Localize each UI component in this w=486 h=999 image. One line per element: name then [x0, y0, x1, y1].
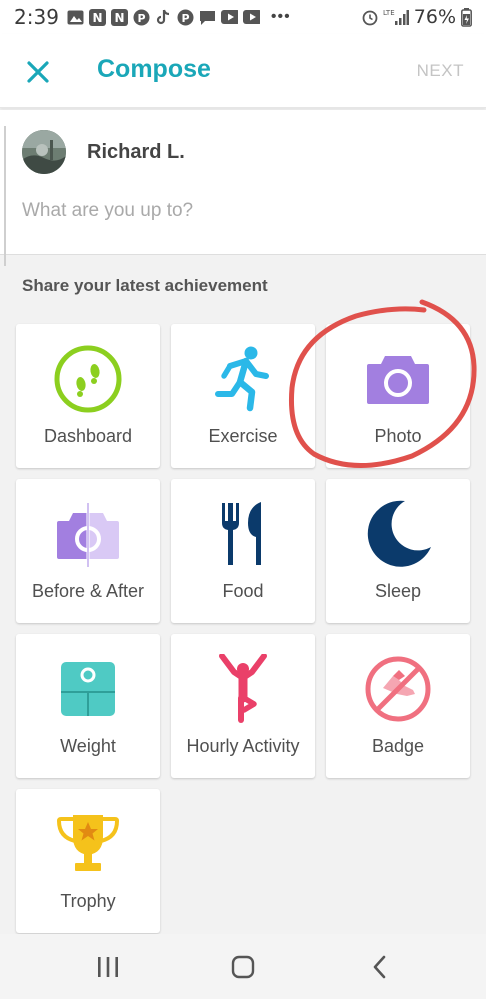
back-icon	[373, 955, 386, 979]
battery-percentage: 76%	[413, 6, 456, 28]
person-stretch-icon	[219, 654, 267, 723]
close-button[interactable]	[22, 56, 54, 88]
more-notifications-icon: •••	[270, 8, 291, 25]
pinterest-notification-icon: P	[133, 9, 150, 26]
moon-icon	[367, 500, 431, 567]
tile-label: Food	[222, 581, 264, 601]
close-icon	[27, 61, 49, 83]
tile-weight[interactable]: Weight	[16, 634, 160, 778]
status-time: 2:39	[14, 5, 59, 29]
app-header: Compose NEXT	[0, 34, 486, 108]
notification-icons: N N P P •••	[67, 8, 291, 26]
battery-charging-icon	[461, 7, 472, 27]
camera-icon	[367, 356, 429, 404]
tile-sleep[interactable]: Sleep	[326, 479, 470, 623]
tile-label: Photo	[374, 426, 422, 446]
tile-before-after[interactable]: Before & After	[16, 479, 160, 623]
tile-label: Exercise	[208, 426, 278, 446]
pinterest-notification-icon-2: P	[177, 9, 194, 26]
svg-text:LTE: LTE	[383, 9, 395, 17]
runner-icon	[215, 346, 269, 412]
tile-label: Hourly Activity	[186, 736, 300, 756]
tile-trophy[interactable]: Trophy	[16, 789, 160, 933]
tile-exercise[interactable]: Exercise	[171, 324, 315, 468]
n-app-notification-icon-2: N	[110, 8, 128, 26]
message-notification-icon	[199, 9, 216, 26]
tile-label: Sleep	[374, 581, 422, 601]
trophy-icon	[56, 815, 120, 871]
dashboard-icon	[54, 345, 122, 413]
svg-text:N: N	[114, 11, 124, 25]
youtube-notification-icon	[220, 9, 238, 26]
svg-text:P: P	[181, 12, 189, 25]
tile-label: Dashboard	[43, 426, 133, 446]
user-name: Richard L.	[87, 141, 185, 163]
avatar[interactable]	[22, 130, 66, 174]
svg-text:P: P	[137, 12, 145, 25]
tile-hourly-activity[interactable]: Hourly Activity	[171, 634, 315, 778]
tile-dashboard[interactable]: Dashboard	[16, 324, 160, 468]
signal-icon: LTE	[383, 9, 409, 26]
tile-label: Weight	[60, 736, 116, 756]
home-icon	[231, 955, 255, 979]
status-bar: 2:39 N N P P ••• LTE 76%	[0, 0, 486, 34]
recent-apps-button[interactable]	[93, 952, 123, 982]
youtube-notification-icon-2	[242, 9, 260, 26]
tile-label: Trophy	[60, 891, 116, 911]
compose-box: Richard L.	[0, 110, 486, 266]
page-title: Compose	[97, 55, 211, 83]
scale-icon	[61, 662, 115, 716]
tile-photo[interactable]: Photo	[326, 324, 470, 468]
gallery-notification-icon	[67, 9, 84, 26]
n-app-notification-icon: N	[88, 8, 106, 26]
tile-food[interactable]: Food	[171, 479, 315, 623]
tile-badge[interactable]: Badge	[326, 634, 470, 778]
next-button[interactable]: NEXT	[417, 61, 464, 81]
tile-label: Before & After	[31, 581, 145, 601]
badge-shoe-icon	[365, 656, 431, 722]
system-status: LTE 76%	[361, 0, 472, 34]
tiktok-notification-icon	[155, 9, 172, 26]
home-button[interactable]	[228, 952, 258, 982]
fork-knife-icon	[222, 502, 261, 565]
system-nav-bar	[0, 934, 486, 999]
recent-apps-icon	[98, 957, 118, 977]
before-after-camera-icon	[57, 503, 119, 567]
alarm-icon	[361, 9, 378, 26]
tile-label: Badge	[371, 736, 425, 756]
svg-text:N: N	[92, 11, 102, 25]
back-button[interactable]	[365, 952, 395, 982]
section-title: Share your latest achievement	[22, 276, 268, 295]
status-input[interactable]	[22, 196, 462, 226]
divider	[4, 126, 6, 266]
